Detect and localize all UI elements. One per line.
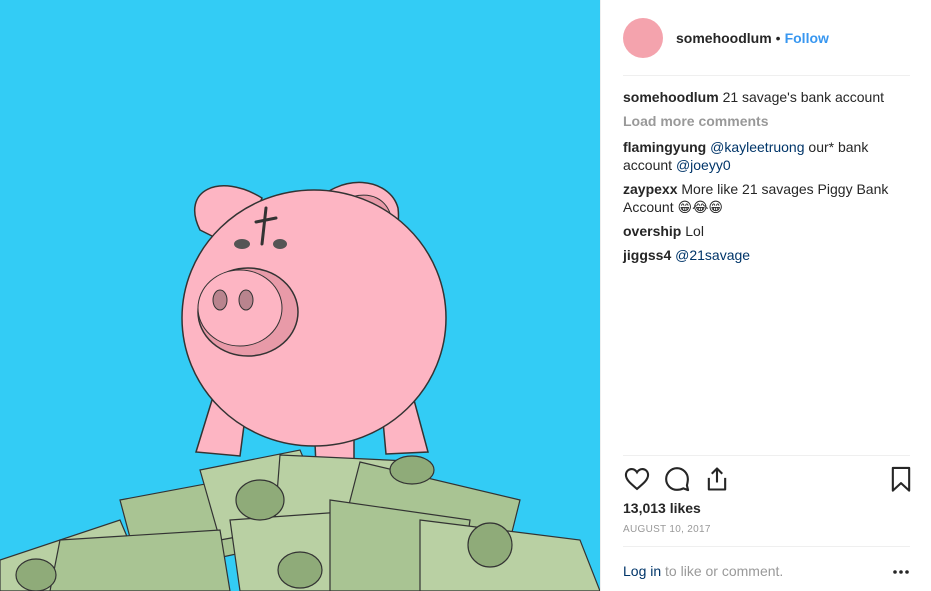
comment-item: overship Lol [623,222,913,240]
comment-text: Lol [685,223,704,239]
comments-section: somehoodlum 21 savage's bank account Loa… [623,88,913,270]
login-link[interactable]: Log in [623,563,661,579]
load-more-comments-button[interactable]: Load more comments [623,112,913,130]
caption-username[interactable]: somehoodlum [623,89,719,105]
divider [623,546,910,547]
comment-list: flamingyung @kayleetruong our* bank acco… [623,138,913,264]
heart-icon[interactable] [623,465,651,493]
pig-snout-front [197,269,283,347]
pig-eye-left [234,239,250,249]
piggy-bank-illustration [0,181,600,591]
action-bar [623,463,911,495]
comment-username[interactable]: flamingyung [623,139,706,155]
post-date[interactable]: August 10, 2017 [623,524,711,535]
comment-item: zaypexx More like 21 savages Piggy Bank … [623,180,913,216]
comment-username[interactable]: jiggss4 [623,247,671,263]
more-options-icon[interactable] [892,568,910,576]
comment-item: jiggss4 @21savage [623,246,913,264]
instagram-post: somehoodlum • Follow somehoodlum 21 sava… [0,0,931,591]
caption-text: 21 savage's bank account [722,89,885,105]
header-username[interactable]: somehoodlum [676,30,772,46]
pig-nostril-right [238,289,254,311]
comment-item: flamingyung @kayleetruong our* bank acco… [623,138,913,174]
comment-bubble-icon[interactable] [663,465,691,493]
comment-username[interactable]: zaypexx [623,181,677,197]
post-header: somehoodlum • Follow [623,14,911,62]
money-pile [0,449,600,591]
post-sidebar: somehoodlum • Follow somehoodlum 21 sava… [600,0,931,591]
likes-count[interactable]: 13,013 likes [623,500,701,516]
login-prompt: Log in to like or comment. [623,563,783,579]
comment-username[interactable]: overship [623,223,681,239]
follow-button[interactable]: Follow [785,30,829,46]
header-separator: • [775,30,781,46]
caption: somehoodlum 21 savage's bank account [623,88,913,106]
pig-nostril-left [212,289,228,311]
avatar[interactable] [623,18,663,58]
divider [623,455,910,456]
mention-link[interactable]: @21savage [675,247,750,263]
mention-link[interactable]: @joeyy0 [676,157,731,173]
login-prompt-text: to like or comment. [661,563,784,579]
divider [623,75,910,76]
pig-eye-right [273,239,287,249]
bookmark-icon[interactable] [887,465,915,493]
mention-link[interactable]: @kayleetruong [710,139,804,155]
share-icon[interactable] [703,465,731,493]
post-image[interactable] [0,0,600,591]
